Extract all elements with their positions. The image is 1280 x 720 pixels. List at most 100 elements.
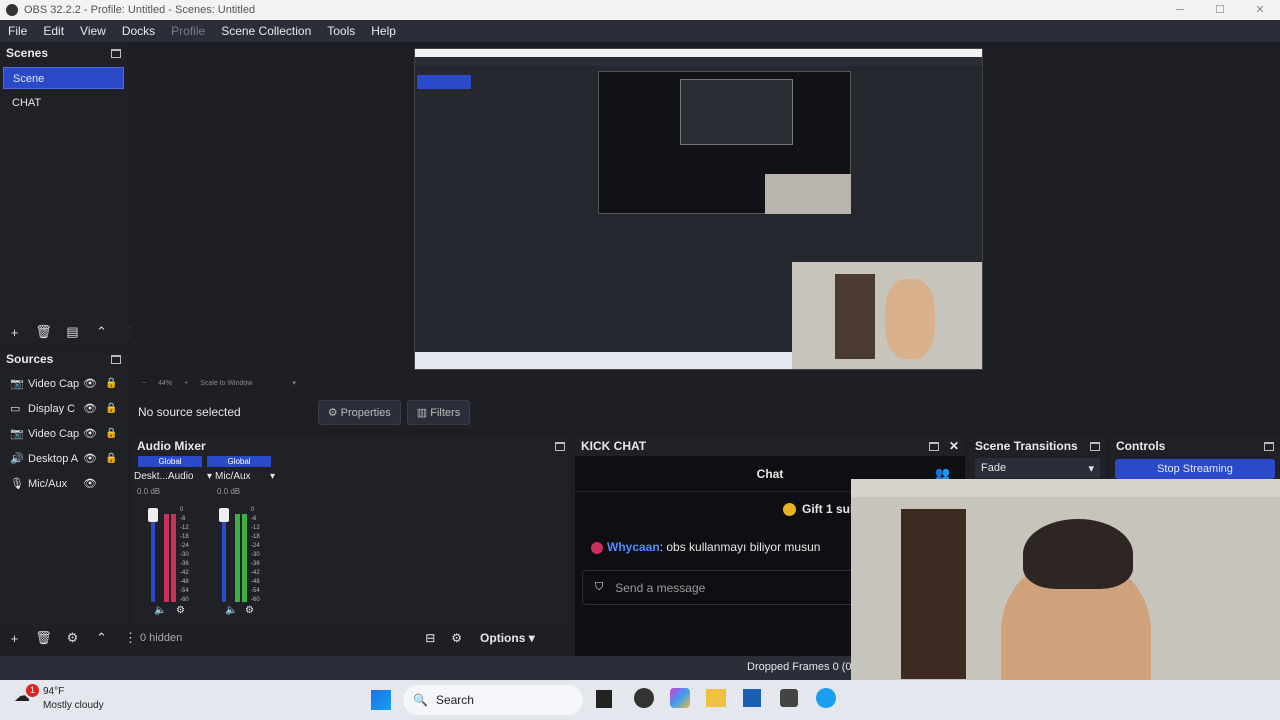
menu-tools[interactable]: Tools <box>319 24 363 38</box>
properties-button[interactable]: ⚙ Properties <box>317 399 401 425</box>
shield-icon: ⛉ <box>595 581 604 593</box>
source-item[interactable]: 🔊 Desktop A 👁 🔒 <box>0 446 127 471</box>
store-icon[interactable] <box>743 689 761 707</box>
undock-icon[interactable] <box>1090 441 1100 451</box>
scene-filters-icon[interactable]: ▤ <box>58 324 87 340</box>
camera-icon: 📷 <box>10 428 24 440</box>
source-item[interactable]: 📷 Video Cap 👁 🔒 <box>0 371 127 396</box>
add-scene-icon[interactable]: + <box>0 325 29 340</box>
minimize-button[interactable]: ─ <box>1160 0 1200 20</box>
undock-icon[interactable] <box>928 441 939 451</box>
chevron-down-icon[interactable]: ▾ <box>270 471 275 482</box>
visibility-eye-icon[interactable]: 👁 <box>83 452 97 465</box>
remove-source-icon[interactable]: 🗑 <box>29 630 58 646</box>
users-icon[interactable]: 👥 <box>935 466 950 480</box>
advanced-audio-icon[interactable]: ⚙ <box>451 631 462 645</box>
mixer-channel-desktop: Global Deskt...Audio ▾ 0.0 dB 0 -6 -12 -18 -2… <box>134 456 212 616</box>
menu-edit[interactable]: Edit <box>35 24 72 38</box>
volume-slider-track[interactable] <box>151 514 155 602</box>
menu-docks[interactable]: Docks <box>114 24 163 38</box>
visibility-eye-icon[interactable]: 👁 <box>83 427 97 440</box>
menu-file[interactable]: File <box>0 24 35 38</box>
menu-profile[interactable]: Profile <box>163 24 213 38</box>
undock-icon[interactable] <box>555 441 565 451</box>
zoom-out-icon[interactable]: − <box>142 380 146 387</box>
user-badge-icon <box>591 541 603 554</box>
visibility-eye-icon[interactable]: 👁 <box>83 402 97 415</box>
chat-username[interactable]: Whycaan <box>607 540 660 554</box>
visibility-eye-icon[interactable]: 👁 <box>83 477 97 490</box>
stop-streaming-button[interactable]: Stop Streaming <box>1115 459 1275 479</box>
scenes-dock: Scenes Scene CHAT <box>0 42 127 347</box>
undock-icon[interactable] <box>1264 441 1274 451</box>
program-preview-canvas[interactable] <box>414 48 983 370</box>
channel-db: 0.0 dB <box>217 487 241 496</box>
edge-browser-icon[interactable] <box>816 688 836 708</box>
copilot-icon[interactable] <box>670 688 690 708</box>
filters-button[interactable]: ▥ Filters <box>406 399 471 425</box>
lock-icon[interactable]: 🔒 <box>105 453 117 464</box>
source-item[interactable]: 📷 Video Cap 👁 🔒 <box>0 421 127 446</box>
audio-level-meter <box>164 514 169 602</box>
audio-level-meter <box>242 514 247 602</box>
meter-scale: 0 -6 -12 -18 -24 -30 -36 -42 -48 -54 -60 <box>251 507 260 603</box>
transitions-title: Scene Transitions <box>975 439 1078 453</box>
volume-slider-track[interactable] <box>222 514 226 602</box>
visibility-eye-icon[interactable]: 👁 <box>83 377 97 390</box>
volume-slider-handle[interactable] <box>148 508 158 522</box>
hidden-count: 0 hidden <box>140 632 183 644</box>
send-message-input[interactable]: ⛉ Send a message <box>582 570 882 605</box>
lock-icon[interactable]: 🔒 <box>105 428 117 439</box>
chevron-down-icon[interactable]: ▾ <box>292 379 296 387</box>
window-title: OBS 32.2.2 - Profile: Untitled - Scenes:… <box>24 4 256 16</box>
menu-scene-collection[interactable]: Scene Collection <box>213 24 319 38</box>
source-item[interactable]: 🎙 Mic/Aux 👁 <box>0 471 127 496</box>
source-item[interactable]: ▭ Display C 👁 🔒 <box>0 396 127 421</box>
notification-badge: 1 <box>26 684 39 697</box>
move-up-icon[interactable]: ⌃ <box>87 630 116 646</box>
scene-item-chat[interactable]: CHAT <box>3 92 124 114</box>
add-source-icon[interactable]: + <box>0 631 29 646</box>
taskbar-search[interactable]: 🔍 Search <box>403 685 583 715</box>
undock-icon[interactable] <box>111 48 121 58</box>
channel-settings-icon[interactable]: ⚙ <box>245 605 254 616</box>
controls-title: Controls <box>1116 439 1166 453</box>
zoom-in-icon[interactable]: + <box>184 380 188 387</box>
remove-scene-icon[interactable]: 🗑 <box>29 324 58 340</box>
obs-taskbar-icon[interactable] <box>634 688 654 708</box>
app-icon[interactable] <box>780 689 798 707</box>
zoom-level: 44% <box>158 379 173 387</box>
move-up-icon[interactable]: ⌃ <box>87 324 116 340</box>
scale-to-window-select[interactable]: Scale to Window <box>200 380 252 387</box>
weather-condition: Mostly cloudy <box>43 700 104 711</box>
channel-name: Deskt...Audio <box>134 471 194 482</box>
channel-settings-icon[interactable]: ⚙ <box>176 605 185 616</box>
lock-icon[interactable]: 🔒 <box>105 378 117 389</box>
speaker-icon: 🔊 <box>10 453 24 465</box>
maximize-button[interactable]: ☐ <box>1200 0 1240 20</box>
volume-slider-handle[interactable] <box>219 508 229 522</box>
scene-item-scene[interactable]: Scene <box>3 67 124 89</box>
transition-select[interactable]: Fade ▾ <box>975 458 1100 478</box>
close-window-button[interactable]: ✕ <box>1240 0 1280 20</box>
source-settings-gear-icon[interactable]: ⚙ <box>58 630 87 646</box>
menu-help[interactable]: Help <box>363 24 404 38</box>
properties-bar: No source selected ⚙ Properties ▥ Filter… <box>130 396 1280 428</box>
search-icon: 🔍 <box>413 693 428 707</box>
taskbar-app-icon[interactable] <box>596 690 612 708</box>
mute-speaker-icon[interactable]: 🔈 <box>225 605 237 616</box>
kick-chat-title: KICK CHAT <box>581 439 647 453</box>
close-icon[interactable]: ✕ <box>949 439 959 453</box>
mixer-layout-icon[interactable]: ⊟ <box>425 631 435 645</box>
undock-icon[interactable] <box>111 354 121 364</box>
mute-speaker-icon[interactable]: 🔈 <box>154 605 166 616</box>
sources-dock: Sources 📷 Video Cap 👁 🔒 ▭ Display C 👁 🔒 📷 Video… <box>0 349 127 629</box>
microphone-icon: 🎙 <box>10 478 24 490</box>
options-button[interactable]: Options ▾ <box>480 631 535 645</box>
menu-view[interactable]: View <box>72 24 114 38</box>
lock-icon[interactable]: 🔒 <box>105 403 117 414</box>
windows-start-icon[interactable] <box>371 690 391 710</box>
file-explorer-icon[interactable] <box>706 689 726 707</box>
audio-mixer-title: Audio Mixer <box>137 439 206 453</box>
chat-message: Whycaan: obs kullanmayı biliyor musun <box>591 540 820 554</box>
